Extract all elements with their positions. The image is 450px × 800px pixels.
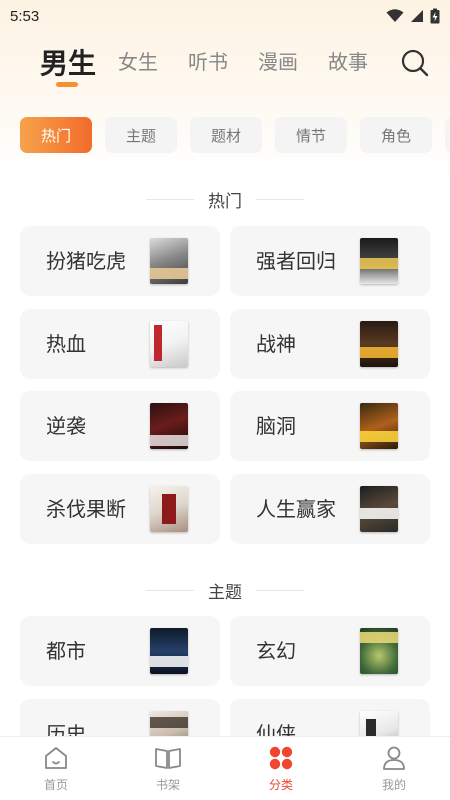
tab-male[interactable]: 男生 [40,42,96,82]
section-title-hot: 热门 [0,184,450,214]
tab-comics[interactable]: 漫画 [258,46,298,75]
category-card[interactable]: 历史 [20,699,220,736]
status-icons [386,8,440,24]
section-title-text: 热门 [208,191,242,212]
category-card[interactable]: 都市 [20,616,220,686]
bottom-nav-bookshelf[interactable]: 书架 [112,745,224,799]
category-label: 玄幻 [256,639,296,663]
category-label: 人生赢家 [256,497,336,521]
book-cover [150,628,188,674]
category-label: 热血 [46,332,86,356]
bottom-nav-label: 首页 [43,778,68,792]
category-card[interactable]: 脑洞 [230,391,430,461]
book-cover [150,486,188,532]
chip-more[interactable] [445,117,450,153]
bottom-nav-profile[interactable]: 我的 [338,745,450,799]
book-cover [360,238,398,284]
category-label: 历史 [46,722,86,736]
search-button[interactable] [400,48,430,78]
bottom-nav-label: 书架 [155,778,180,792]
category-label: 都市 [46,639,86,663]
signal-icon [411,10,423,22]
section-title-theme: 主题 [0,575,450,605]
category-label: 强者回归 [256,249,336,273]
tab-stories[interactable]: 故事 [328,46,368,75]
book-cover [360,711,398,736]
book-cover [150,238,188,284]
divider [146,589,194,591]
book-cover [150,321,188,367]
chip-genre[interactable]: 题材 [190,117,262,153]
book-cover [360,321,398,367]
category-filter-chips: 热门 主题 题材 情节 角色 [0,117,450,153]
chip-plot[interactable]: 情节 [275,117,347,153]
category-card[interactable]: 杀伐果断 [20,474,220,544]
bottom-navigation: 首页 书架 分类 我的 [0,736,450,800]
home-icon [45,747,67,769]
chip-theme[interactable]: 主题 [105,117,177,153]
category-label: 脑洞 [256,414,296,438]
tab-female[interactable]: 女生 [118,46,158,75]
divider [256,589,304,591]
category-card[interactable]: 人生赢家 [230,474,430,544]
category-card[interactable]: 战神 [230,309,430,379]
bottom-nav-label: 分类 [268,778,293,792]
top-nav: 男生 女生 听书 漫画 故事 [0,38,450,88]
category-label: 杀伐果断 [46,497,126,521]
category-label: 扮猪吃虎 [46,249,126,273]
category-label: 逆袭 [46,414,86,438]
tab-audiobook[interactable]: 听书 [188,46,228,75]
chip-character[interactable]: 角色 [360,117,432,153]
bottom-nav-home[interactable]: 首页 [0,745,112,799]
book-cover [360,628,398,674]
category-content: 热门 扮猪吃虎 强者回归 热血 战神 逆袭 脑洞 杀伐果断 人生赢家 主题 都市… [0,170,450,736]
search-icon [401,49,429,77]
battery-charging-icon [430,8,440,24]
book-cover [150,403,188,449]
section-title-text: 主题 [208,582,242,603]
category-card[interactable]: 扮猪吃虎 [20,226,220,296]
category-card[interactable]: 强者回归 [230,226,430,296]
chip-hot[interactable]: 热门 [20,117,92,153]
category-icon [269,746,293,770]
divider [256,198,304,200]
active-tab-indicator [56,82,78,87]
divider [146,198,194,200]
bottom-nav-label: 我的 [381,778,406,792]
book-cover [360,403,398,449]
status-bar: 5:53 [0,0,450,32]
profile-icon [383,746,405,770]
category-card[interactable]: 玄幻 [230,616,430,686]
category-card[interactable]: 逆袭 [20,391,220,461]
bottom-nav-category[interactable]: 分类 [225,745,337,799]
bookshelf-icon [155,748,181,769]
category-label: 战神 [256,332,296,356]
category-label: 仙侠 [256,722,296,736]
wifi-icon [386,9,404,22]
category-card[interactable]: 热血 [20,309,220,379]
book-cover [360,486,398,532]
status-time: 5:53 [10,7,40,25]
book-cover [150,711,188,736]
category-card[interactable]: 仙侠 [230,699,430,736]
